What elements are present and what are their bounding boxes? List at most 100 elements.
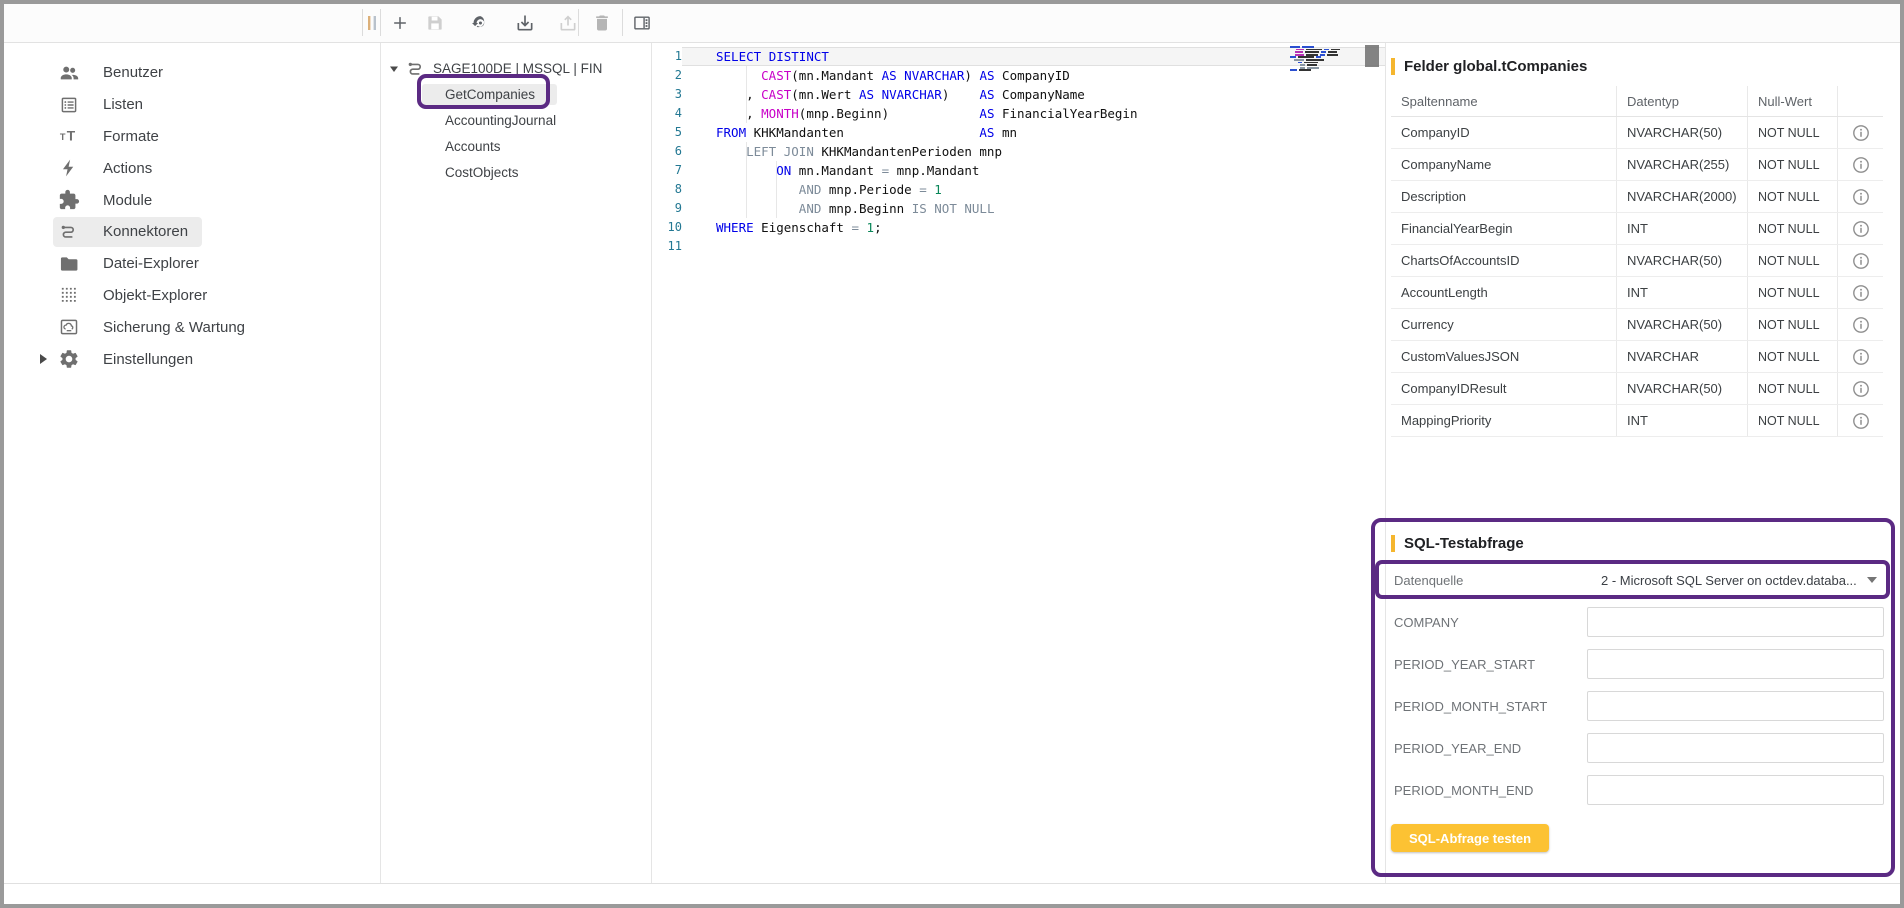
toolbar-separator bbox=[578, 9, 579, 36]
field-nullability: NOT NULL bbox=[1748, 117, 1838, 148]
param-row-period-month-end: PERIOD_MONTH_END bbox=[1391, 772, 1884, 808]
editor-scrollbar-thumb[interactable] bbox=[1365, 45, 1379, 67]
param-label: PERIOD_MONTH_START bbox=[1391, 699, 1587, 714]
table-row: DescriptionNVARCHAR(2000)NOT NULL bbox=[1391, 181, 1883, 213]
info-icon[interactable] bbox=[1852, 252, 1870, 270]
tree-item-accounts[interactable]: Accounts bbox=[381, 133, 651, 159]
info-icon[interactable] bbox=[1852, 380, 1870, 398]
sidebar-item-datei-explorer[interactable]: Datei-Explorer bbox=[4, 248, 380, 280]
field-nullability: NOT NULL bbox=[1748, 245, 1838, 276]
fields-table-header: Spaltenname Datentyp Null-Wert bbox=[1391, 86, 1883, 117]
delete-button[interactable] bbox=[588, 9, 616, 37]
code-line: 2 CAST(mn.Mandant AS NVARCHAR) AS Compan… bbox=[653, 66, 1385, 85]
sql-editor[interactable]: 1SELECT DISTINCT2 CAST(mn.Mandant AS NVA… bbox=[653, 43, 1386, 884]
sidebar-item-label: Module bbox=[103, 192, 152, 209]
code-text: CAST(mn.Mandant AS NVARCHAR) AS CompanyI… bbox=[682, 66, 1385, 85]
download-button[interactable] bbox=[511, 9, 539, 37]
indent-guide bbox=[776, 161, 777, 218]
fields-panel-title: Felder global.tCompanies bbox=[1404, 58, 1587, 75]
column-header-datentyp: Datentyp bbox=[1617, 86, 1748, 116]
info-icon[interactable] bbox=[1852, 188, 1870, 206]
main-area: BenutzerListenTTFormateActions Module Konn… bbox=[4, 43, 1900, 884]
sql-test-button[interactable]: SQL-Abfrage testen bbox=[1391, 824, 1549, 852]
connector-tree-panel: SAGE100DE | MSSQL | FIN GetCompaniesAcco… bbox=[381, 43, 652, 884]
sidebar-item-einstellungen[interactable]: Einstellungen bbox=[4, 343, 380, 375]
param-input-company[interactable] bbox=[1587, 607, 1884, 637]
info-icon[interactable] bbox=[1852, 156, 1870, 174]
param-row-company: COMPANY bbox=[1391, 604, 1884, 640]
expand-arrow-icon[interactable] bbox=[37, 352, 49, 366]
table-row: ChartsOfAccountsIDNVARCHAR(50)NOT NULL bbox=[1391, 245, 1883, 277]
sidebar-item-label: Formate bbox=[103, 128, 159, 145]
info-icon[interactable] bbox=[1852, 124, 1870, 142]
sidebar-item-benutzer[interactable]: Benutzer bbox=[4, 57, 380, 89]
table-row: CompanyIDResultNVARCHAR(50)NOT NULL bbox=[1391, 373, 1883, 405]
drag-handle-icon[interactable] bbox=[364, 13, 380, 33]
param-label: PERIOD_YEAR_START bbox=[1391, 657, 1587, 672]
param-input-period-year-start[interactable] bbox=[1587, 649, 1884, 679]
sidebar-item-label: Einstellungen bbox=[103, 351, 193, 368]
add-button[interactable] bbox=[386, 9, 414, 37]
column-header-null-wert: Null-Wert bbox=[1748, 86, 1838, 116]
tree-item-getcompanies[interactable]: GetCompanies bbox=[381, 81, 651, 107]
sidebar-item-konnektoren[interactable]: Konnektoren bbox=[4, 216, 380, 248]
tree-item-label: CostObjects bbox=[445, 165, 519, 180]
info-icon[interactable] bbox=[1852, 220, 1870, 238]
tree-item-accountingjournal[interactable]: AccountingJournal bbox=[381, 107, 651, 133]
sidebar-item-objekt-explorer[interactable]: Objekt-Explorer bbox=[4, 280, 380, 312]
param-input-period-year-end[interactable] bbox=[1587, 733, 1884, 763]
line-number: 7 bbox=[653, 161, 682, 180]
code-text: , MONTH(mnp.Beginn) AS FinancialYearBegi… bbox=[682, 104, 1385, 123]
info-icon[interactable] bbox=[1852, 284, 1870, 302]
info-icon[interactable] bbox=[1852, 412, 1870, 430]
table-row: CompanyNameNVARCHAR(255)NOT NULL bbox=[1391, 149, 1883, 181]
info-icon[interactable] bbox=[1852, 316, 1870, 334]
sidebar-item-listen[interactable]: Listen bbox=[4, 89, 380, 121]
code-pane[interactable]: 1SELECT DISTINCT2 CAST(mn.Mandant AS NVA… bbox=[653, 43, 1385, 884]
list-icon bbox=[57, 93, 81, 117]
param-input-period-month-start[interactable] bbox=[1587, 691, 1884, 721]
sidebar-item-module[interactable]: Module bbox=[4, 184, 380, 216]
code-line: 4 , MONTH(mnp.Beginn) AS FinancialYearBe… bbox=[653, 104, 1385, 123]
sidebar-item-label: Objekt-Explorer bbox=[103, 287, 207, 304]
param-input-period-month-end[interactable] bbox=[1587, 775, 1884, 805]
revert-button[interactable] bbox=[466, 9, 494, 37]
sidebar: BenutzerListenTTFormateActions Module Konn… bbox=[4, 43, 381, 884]
tree-item-label: GetCompanies bbox=[422, 84, 557, 105]
field-name: Currency bbox=[1391, 309, 1617, 340]
collapse-arrow-icon[interactable] bbox=[388, 62, 400, 74]
field-name: Description bbox=[1391, 181, 1617, 212]
line-number: 1 bbox=[653, 47, 682, 66]
sql-test-section: SQL-Testabfrage Datenquelle 2 - Microsof… bbox=[1386, 519, 1900, 852]
tree-item-costobjects[interactable]: CostObjects bbox=[381, 159, 651, 185]
editor-minimap bbox=[1288, 46, 1340, 72]
code-line: 10WHERE Eigenschaft = 1; bbox=[653, 218, 1385, 237]
code-text: AND mnp.Periode = 1 bbox=[682, 180, 1385, 199]
save-button[interactable] bbox=[421, 9, 449, 37]
field-nullability: NOT NULL bbox=[1748, 373, 1838, 404]
table-row: MappingPriorityINTNOT NULL bbox=[1391, 405, 1883, 437]
bottom-strip bbox=[4, 883, 1900, 904]
field-type: NVARCHAR(255) bbox=[1617, 149, 1748, 180]
accent-bar bbox=[1391, 58, 1395, 75]
info-icon[interactable] bbox=[1852, 348, 1870, 366]
toggle-right-panel-button[interactable] bbox=[628, 9, 656, 37]
datasource-select[interactable]: Datenquelle 2 - Microsoft SQL Server on … bbox=[1391, 562, 1884, 598]
sidebar-item-label: Datei-Explorer bbox=[103, 255, 199, 272]
sidebar-item-formate[interactable]: TTFormate bbox=[4, 121, 380, 153]
field-type: INT bbox=[1617, 405, 1748, 436]
field-type: NVARCHAR(50) bbox=[1617, 309, 1748, 340]
line-number: 6 bbox=[653, 142, 682, 161]
tree-item-label: Accounts bbox=[445, 139, 501, 154]
param-label: PERIOD_MONTH_END bbox=[1391, 783, 1587, 798]
datasource-value: 2 - Microsoft SQL Server on octdev.datab… bbox=[1591, 573, 1860, 588]
sidebar-item-actions[interactable]: Actions bbox=[4, 152, 380, 184]
field-type: INT bbox=[1617, 213, 1748, 244]
toolbar-separator bbox=[622, 9, 623, 36]
tree-root-connector[interactable]: SAGE100DE | MSSQL | FIN bbox=[381, 55, 651, 81]
toolbar bbox=[4, 4, 1900, 43]
sidebar-item-sicherung-wartung[interactable]: Sicherung & Wartung bbox=[4, 311, 380, 343]
line-number: 11 bbox=[653, 237, 682, 256]
field-name: MappingPriority bbox=[1391, 405, 1617, 436]
field-name: CompanyIDResult bbox=[1391, 373, 1617, 404]
